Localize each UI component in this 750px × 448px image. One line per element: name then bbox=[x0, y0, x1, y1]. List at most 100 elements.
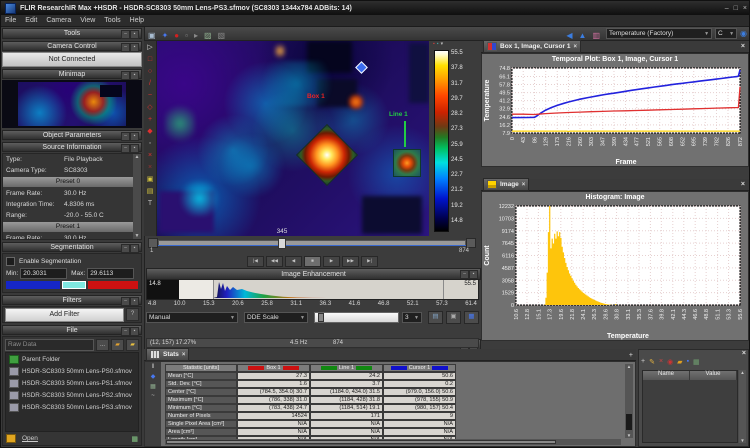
file-list-item[interactable]: HSDR-SC8303 50mm Lens-PS2.sfmov bbox=[6, 389, 138, 401]
panel-minimize-icon[interactable]: – bbox=[121, 244, 130, 253]
panel-menu-icon[interactable]: ▪ bbox=[130, 132, 139, 141]
tools-panel-header[interactable]: Tools–▪ bbox=[2, 28, 142, 39]
playback-button-2[interactable]: ◀ bbox=[285, 256, 302, 267]
minimap[interactable] bbox=[2, 80, 142, 128]
units-dropdown[interactable]: C▼ bbox=[715, 28, 737, 39]
crosshair-icon[interactable]: ✦ bbox=[162, 31, 169, 40]
image-note-icon[interactable]: ▦ bbox=[693, 358, 700, 366]
frame-slider[interactable] bbox=[148, 238, 476, 247]
folder-up-icon[interactable]: ▰ bbox=[111, 339, 124, 351]
menu-item-camera[interactable]: Camera bbox=[46, 17, 71, 24]
text-tool-icon[interactable]: T bbox=[148, 198, 152, 210]
enhancement-left-marker[interactable] bbox=[213, 280, 214, 299]
close-icon[interactable]: × bbox=[741, 181, 747, 188]
playback-button-6[interactable]: ▶| bbox=[361, 256, 378, 267]
close-icon[interactable]: × bbox=[182, 352, 186, 358]
file-list-item[interactable]: HSDR-SC8303 50mm Lens-PS3.sfmov bbox=[6, 401, 138, 413]
panel-minimize-icon[interactable]: – bbox=[121, 30, 130, 39]
enhancement-slider-thumb[interactable] bbox=[318, 313, 324, 322]
file-list-item[interactable]: HSDR-SC8303 50mm Lens-PS0.sfmov bbox=[6, 365, 138, 377]
enhancement-histogram-strip[interactable]: 14.8 55.5 bbox=[146, 279, 479, 300]
layers-icon[interactable]: ▨ bbox=[204, 31, 212, 40]
add-column-button[interactable]: + bbox=[629, 352, 633, 359]
ellipse-tool-icon[interactable]: ○ bbox=[148, 66, 152, 78]
playback-button-0[interactable]: |◀ bbox=[247, 256, 264, 267]
export-list-icon[interactable]: ▦ bbox=[131, 435, 138, 443]
enable-segmentation-checkbox[interactable] bbox=[6, 257, 15, 266]
enhancement-right-marker[interactable] bbox=[443, 280, 444, 299]
frame-slider-thumb[interactable] bbox=[278, 238, 286, 249]
parent-folder-item[interactable]: Parent Folder bbox=[6, 353, 138, 365]
delete-all-roi-icon[interactable]: × bbox=[148, 162, 152, 174]
maximize-button[interactable]: □ bbox=[734, 5, 738, 12]
pause-updates-icon[interactable]: ‖ bbox=[152, 364, 154, 370]
panel-menu-icon[interactable]: ▪ bbox=[130, 30, 139, 39]
palette-dropdown[interactable]: Temperature (Factory)▼ bbox=[606, 28, 712, 39]
snapshot-icon[interactable]: ▣ bbox=[148, 31, 156, 40]
panel-minimize-icon[interactable]: – bbox=[121, 43, 130, 52]
stats-horizontal-scrollbar[interactable] bbox=[165, 439, 621, 445]
add-filter-button[interactable]: Add Filter bbox=[5, 308, 124, 322]
apply-palette-button[interactable]: ▦ bbox=[464, 311, 479, 324]
camera-control-header[interactable]: Camera Control–▪ bbox=[2, 41, 142, 51]
source-info-scrollbar[interactable]: ▲▼ bbox=[133, 154, 141, 239]
tab-temporal-plot[interactable]: Box 1, Image, Cursor 1 × bbox=[483, 40, 581, 53]
record-icon[interactable]: ● bbox=[174, 31, 179, 40]
pan-icon[interactable]: ▫ bbox=[185, 31, 188, 40]
browse-button[interactable]: ... bbox=[96, 339, 109, 351]
line1-annotation-label[interactable]: Line 1 bbox=[389, 111, 408, 118]
minimize-button[interactable]: – bbox=[725, 5, 729, 12]
menu-item-tools[interactable]: Tools bbox=[104, 17, 120, 24]
line-tool-icon[interactable]: / bbox=[149, 78, 151, 90]
object-parameters-header[interactable]: Object Parameters–▪ bbox=[2, 130, 142, 140]
info-icon[interactable]: ◉ bbox=[740, 29, 747, 39]
seg-max-input[interactable]: 29.6113 bbox=[87, 268, 134, 279]
small-roi-icon[interactable]: ▫ bbox=[149, 138, 151, 150]
thermal-image-view[interactable]: Box 1 Line 1 bbox=[157, 41, 429, 236]
marker-tool-icon[interactable]: ◆ bbox=[147, 126, 152, 138]
export-stats-icon[interactable]: ▦ bbox=[150, 383, 156, 390]
source-information-header[interactable]: Source Information–▪ bbox=[2, 142, 142, 152]
add-note-icon[interactable]: + bbox=[641, 358, 645, 366]
minimap-header[interactable]: Minimap–▪ bbox=[2, 69, 142, 79]
cross-tool-icon[interactable]: + bbox=[148, 114, 152, 126]
lock-scale-button[interactable]: ▣ bbox=[446, 311, 461, 324]
close-icon[interactable]: × bbox=[573, 44, 577, 50]
file-filter-input[interactable]: Raw Data bbox=[5, 339, 94, 351]
plot-settings-button[interactable]: ▤ bbox=[428, 311, 443, 324]
menu-item-view[interactable]: View bbox=[80, 17, 95, 24]
close-icon[interactable]: × bbox=[522, 182, 526, 188]
menu-item-file[interactable]: File bbox=[5, 17, 16, 24]
panel-menu-icon[interactable]: ▪ bbox=[130, 297, 139, 306]
delete-note-icon[interactable]: × bbox=[659, 358, 663, 366]
panel-minimize-icon[interactable]: – bbox=[460, 270, 469, 279]
panel-menu-icon[interactable]: ▪ bbox=[130, 327, 139, 336]
plot-stats-icon[interactable]: ~ bbox=[151, 393, 155, 399]
record-note-icon[interactable]: ◉ bbox=[667, 358, 673, 366]
palette-tool-icon[interactable]: ▣ bbox=[147, 174, 154, 186]
slider-left-end[interactable] bbox=[148, 238, 158, 248]
palette-icon[interactable]: ▥ bbox=[592, 31, 600, 40]
enhancement-mode-dropdown[interactable]: Manual▼ bbox=[146, 312, 238, 323]
box-tool-icon[interactable]: □ bbox=[148, 54, 152, 66]
slider-right-end[interactable] bbox=[466, 238, 476, 248]
tab-image-histogram[interactable]: Image × bbox=[483, 178, 529, 191]
playback-button-4[interactable]: ▶ bbox=[323, 256, 340, 267]
seg-min-input[interactable]: 20.3031 bbox=[20, 268, 67, 279]
colorbar-option-icons[interactable]: ▪▪▾ bbox=[433, 41, 445, 47]
color-scale-bar[interactable] bbox=[434, 50, 449, 232]
new-folder-icon[interactable]: ▰ bbox=[126, 339, 139, 351]
box1-annotation-label[interactable]: Box 1 bbox=[307, 93, 325, 100]
export-frames-icon[interactable]: ▧ bbox=[218, 31, 226, 40]
notes-scrollbar[interactable]: ▲▼ bbox=[739, 370, 746, 443]
save-stats-icon[interactable]: ◆ bbox=[151, 373, 156, 380]
stats-vertical-scrollbar[interactable]: ▲▼ bbox=[625, 364, 633, 438]
flip-vertical-icon[interactable]: ▲ bbox=[579, 31, 587, 40]
panel-menu-icon[interactable]: ▪ bbox=[130, 43, 139, 52]
enhancement-slider[interactable] bbox=[314, 312, 399, 323]
segmentation-header[interactable]: Segmentation–▪ bbox=[2, 242, 142, 252]
open-link[interactable]: Open bbox=[22, 435, 131, 442]
panel-menu-icon[interactable]: ▪ bbox=[469, 270, 478, 279]
tab-stats[interactable]: Stats × bbox=[146, 348, 189, 361]
open-note-icon[interactable]: ▰ bbox=[677, 358, 682, 366]
